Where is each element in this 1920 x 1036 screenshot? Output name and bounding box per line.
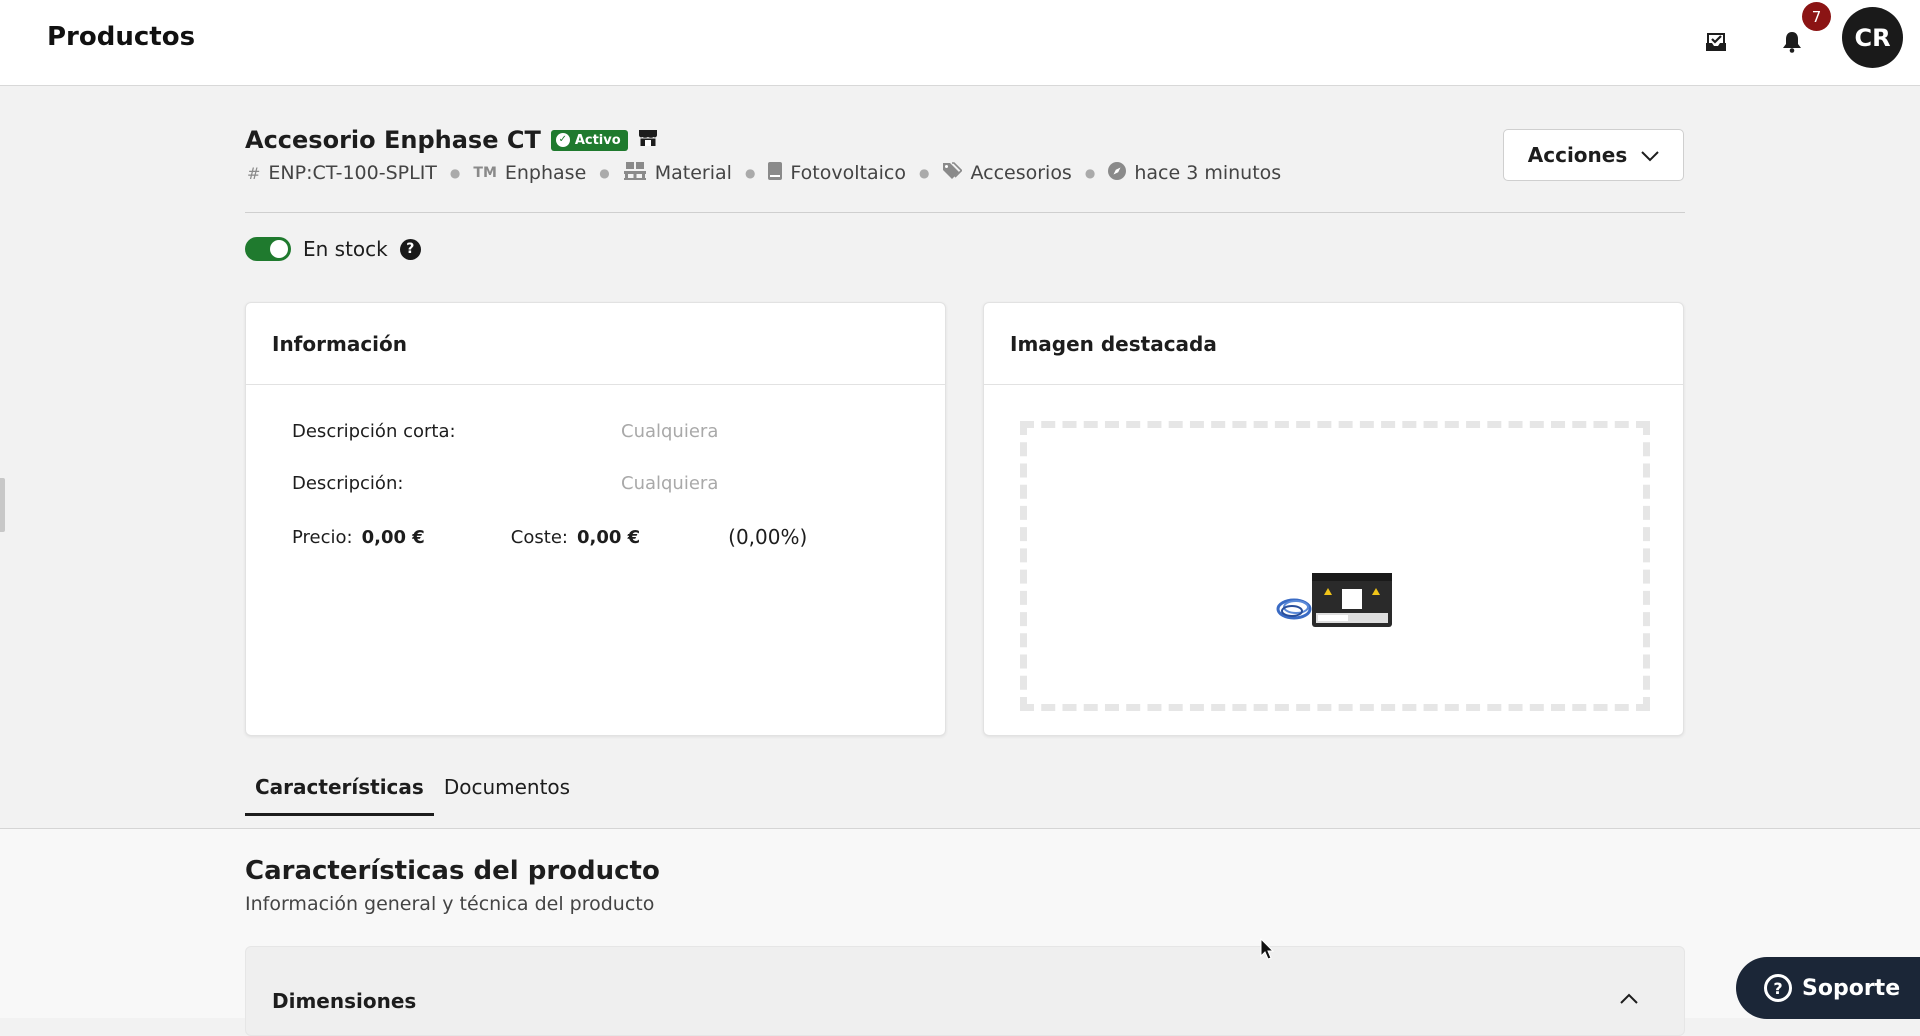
compass-icon [1108, 162, 1127, 184]
product-name: Accesorio Enphase CT [245, 126, 541, 154]
price-label: Precio: [292, 526, 353, 548]
tab-caracteristicas[interactable]: Características [245, 775, 434, 816]
separator-dot: ● [744, 166, 756, 180]
meta-brand: TM Enphase [473, 162, 586, 184]
top-bar: Productos 7 CR [0, 0, 1920, 86]
pallet-icon [623, 161, 647, 185]
support-label: Soporte [1802, 975, 1901, 1001]
type-value: Material [654, 162, 732, 184]
short-description-row: Descripción corta: Cualquiera [292, 421, 718, 442]
sku-value: ENP:CT-100-SPLIT [268, 162, 437, 184]
status-badge-label: Activo [574, 132, 621, 148]
price-value[interactable]: 0,00 € [362, 527, 425, 548]
avatar[interactable]: CR [1842, 7, 1903, 68]
meta-sku: # ENP:CT-100-SPLIT [247, 162, 437, 184]
separator-dot: ● [599, 166, 610, 180]
cost-value[interactable]: 0,00 € [577, 527, 640, 548]
page-title: Productos [47, 22, 196, 52]
product-image [1274, 571, 1394, 631]
section-subtitle: Información general y técnica del produc… [245, 893, 655, 915]
description-label: Descripción: [292, 473, 404, 494]
notification-badge: 7 [1802, 2, 1831, 31]
image-drop-zone[interactable] [1020, 421, 1650, 711]
description-row: Descripción: Cualquiera [292, 473, 718, 494]
check-circle-icon: ✓ [555, 133, 570, 147]
meta-type: Material [623, 161, 732, 185]
separator-dot: ● [449, 166, 461, 180]
support-button[interactable]: ? Soporte [1736, 957, 1920, 1019]
short-description-label: Descripción corta: [292, 421, 456, 442]
tab-documentos[interactable]: Documentos [434, 775, 580, 816]
cost-label: Coste: [510, 526, 568, 548]
divider [245, 212, 1685, 213]
chevron-up-icon[interactable] [1620, 989, 1638, 1008]
section-title: Características del producto [245, 856, 660, 886]
sidebar-handle[interactable] [0, 478, 5, 532]
featured-image-title: Imagen destacada [984, 303, 1683, 385]
chevron-down-icon [1641, 143, 1659, 167]
meta-updated: hace 3 minutos [1108, 162, 1281, 184]
stock-toggle[interactable] [245, 237, 291, 261]
hash-icon: # [247, 163, 261, 183]
product-meta: # ENP:CT-100-SPLIT ● TM Enphase ● Materi… [247, 161, 1281, 185]
tabs: Características Documentos [245, 775, 580, 816]
featured-image-card: Imagen destacada [983, 302, 1684, 736]
bell-icon[interactable] [1774, 24, 1810, 60]
meta-category: Fotovoltaico [768, 162, 906, 184]
question-circle-icon: ? [1764, 974, 1792, 1002]
info-card-title: Información [246, 303, 945, 385]
subcategory-value: Accesorios [970, 162, 1072, 184]
book-icon [768, 162, 783, 184]
category-value: Fotovoltaico [790, 162, 906, 184]
actions-button[interactable]: Acciones [1503, 129, 1684, 181]
status-badge: ✓ Activo [550, 129, 628, 151]
info-card: Información Descripción corta: Cualquier… [245, 302, 946, 736]
inbox-check-icon[interactable] [1698, 24, 1734, 60]
dimensions-title: Dimensiones [272, 989, 417, 1013]
updated-value: hace 3 minutos [1134, 162, 1282, 184]
separator-dot: ● [1084, 166, 1096, 180]
actions-button-label: Acciones [1527, 143, 1628, 167]
brand-value: Enphase [504, 162, 587, 184]
product-title-row: Accesorio Enphase CT ✓ Activo [245, 126, 658, 154]
trademark-icon: TM [473, 165, 497, 181]
help-icon[interactable]: ? [399, 238, 421, 260]
meta-subcategory: Accesorios [942, 162, 1072, 184]
separator-dot: ● [918, 166, 930, 180]
margin-value: (0,00%) [728, 525, 808, 549]
stock-row: En stock ? [245, 237, 421, 261]
stock-label: En stock [303, 237, 388, 261]
dimensions-panel[interactable]: Dimensiones [245, 946, 1685, 1036]
short-description-value[interactable]: Cualquiera [621, 421, 718, 442]
price-row: Precio: 0,00 € Coste: 0,00 € (0,00%) [292, 525, 807, 549]
store-icon [638, 129, 658, 151]
description-value[interactable]: Cualquiera [621, 473, 718, 494]
tags-icon [942, 162, 964, 184]
mouse-cursor-icon [1260, 937, 1276, 966]
